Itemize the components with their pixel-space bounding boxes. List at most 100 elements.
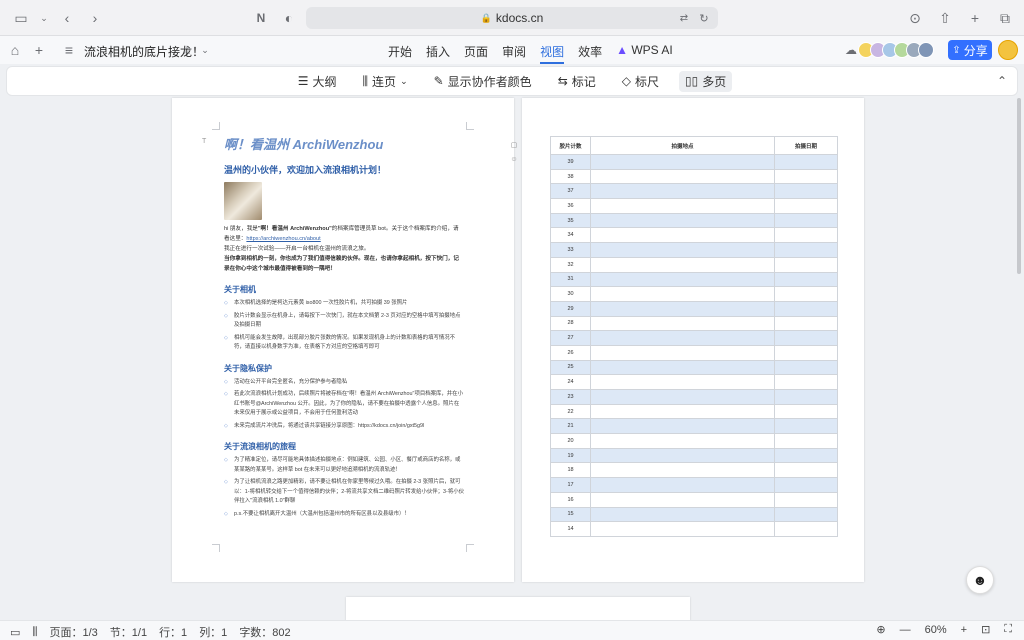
menu-item-efficiency[interactable]: 效率: [578, 43, 602, 64]
collaborator-avatars[interactable]: [858, 42, 934, 58]
menu-item-wps-ai[interactable]: ▲ WPS AI: [616, 43, 673, 64]
film-count-cell[interactable]: 28: [550, 315, 591, 332]
share-button[interactable]: ⇪ 分享: [948, 40, 992, 60]
date-cell[interactable]: [774, 389, 838, 405]
date-cell[interactable]: [774, 477, 838, 493]
comment-icon[interactable]: ▢: [509, 140, 519, 150]
film-count-cell[interactable]: 29: [550, 300, 591, 317]
fit-width-icon[interactable]: ⊡: [981, 623, 990, 636]
date-cell[interactable]: [774, 447, 838, 464]
table-row[interactable]: 27: [550, 330, 838, 346]
table-row[interactable]: 19: [550, 447, 838, 464]
table-row[interactable]: 38: [550, 168, 838, 185]
location-cell[interactable]: [590, 154, 775, 170]
film-count-cell[interactable]: 33: [550, 242, 591, 258]
menu-item-page[interactable]: 页面: [464, 43, 488, 64]
date-cell[interactable]: [774, 403, 838, 420]
location-cell[interactable]: [590, 491, 775, 508]
notion-icon[interactable]: N: [250, 7, 272, 29]
date-cell[interactable]: [774, 330, 838, 346]
location-cell[interactable]: [590, 271, 775, 288]
location-cell[interactable]: [590, 300, 775, 317]
location-cell[interactable]: [590, 168, 775, 185]
translate-icon[interactable]: ⇄: [676, 10, 692, 26]
download-icon[interactable]: ⊙: [904, 7, 926, 29]
shield-icon[interactable]: ◐: [278, 7, 300, 29]
table-row[interactable]: 37: [550, 183, 838, 200]
location-cell[interactable]: [590, 374, 775, 390]
film-count-cell[interactable]: 32: [550, 256, 591, 273]
table-row[interactable]: 30: [550, 286, 838, 302]
location-cell[interactable]: [590, 477, 775, 493]
date-cell[interactable]: [774, 344, 838, 361]
table-row[interactable]: 17: [550, 477, 838, 493]
location-cell[interactable]: [590, 462, 775, 479]
multi-page-button[interactable]: ▯▯ 多页: [679, 70, 733, 92]
chevron-down-icon[interactable]: ⌄: [194, 39, 216, 61]
film-count-cell[interactable]: 24: [550, 374, 591, 390]
film-count-cell[interactable]: 39: [550, 154, 591, 170]
date-cell[interactable]: [774, 374, 838, 390]
location-cell[interactable]: [590, 389, 775, 405]
location-cell[interactable]: [590, 198, 775, 214]
film-log-table[interactable]: 胶片计数 拍摄地点 拍摄日期 39 38 37 36 35 34 33 32 31 30 29 28 2…: [550, 136, 838, 537]
film-count-cell[interactable]: 20: [550, 433, 591, 449]
date-cell[interactable]: [774, 183, 838, 200]
share-icon[interactable]: ⇧: [934, 7, 956, 29]
film-count-cell[interactable]: 25: [550, 359, 591, 376]
tabs-icon[interactable]: ⧉: [994, 7, 1016, 29]
date-cell[interactable]: [774, 418, 838, 435]
film-count-cell[interactable]: 38: [550, 168, 591, 185]
table-row[interactable]: 32: [550, 256, 838, 273]
film-count-cell[interactable]: 14: [550, 521, 591, 537]
panel-icon[interactable]: ▭: [10, 626, 20, 639]
table-row[interactable]: 28: [550, 315, 838, 332]
plus-icon[interactable]: +: [964, 7, 986, 29]
globe-icon[interactable]: ⊕: [876, 623, 885, 636]
location-cell[interactable]: [590, 344, 775, 361]
menu-item-start[interactable]: 开始: [388, 43, 412, 64]
film-count-cell[interactable]: 17: [550, 477, 591, 493]
location-cell[interactable]: [590, 256, 775, 273]
user-avatar[interactable]: [998, 40, 1018, 60]
location-cell[interactable]: [590, 418, 775, 435]
location-cell[interactable]: [590, 242, 775, 258]
ruler-button[interactable]: ◇ 标尺: [616, 71, 665, 92]
table-row[interactable]: 22: [550, 403, 838, 420]
film-count-cell[interactable]: 31: [550, 271, 591, 288]
film-count-cell[interactable]: 19: [550, 447, 591, 464]
location-cell[interactable]: [590, 433, 775, 449]
film-count-cell[interactable]: 30: [550, 286, 591, 302]
menu-item-review[interactable]: 审阅: [502, 43, 526, 64]
location-cell[interactable]: [590, 183, 775, 200]
table-row[interactable]: 29: [550, 300, 838, 317]
table-row[interactable]: 36: [550, 198, 838, 214]
date-cell[interactable]: [774, 256, 838, 273]
table-row[interactable]: 26: [550, 344, 838, 361]
table-row[interactable]: 21: [550, 418, 838, 435]
film-count-cell[interactable]: 23: [550, 389, 591, 405]
table-row[interactable]: 39: [550, 154, 838, 170]
film-count-cell[interactable]: 18: [550, 462, 591, 479]
location-cell[interactable]: [590, 521, 775, 537]
menu-item-insert[interactable]: 插入: [426, 43, 450, 64]
location-cell[interactable]: [590, 315, 775, 332]
table-row[interactable]: 23: [550, 389, 838, 405]
table-row[interactable]: 31: [550, 271, 838, 288]
table-row[interactable]: 20: [550, 433, 838, 449]
film-count-cell[interactable]: 15: [550, 506, 591, 523]
scrollbar[interactable]: [1017, 98, 1021, 274]
film-count-cell[interactable]: 27: [550, 330, 591, 346]
location-cell[interactable]: [590, 403, 775, 420]
address-bar[interactable]: 🔒 kdocs.cn ⇄ ↻: [306, 7, 718, 29]
location-cell[interactable]: [590, 447, 775, 464]
table-row[interactable]: 16: [550, 491, 838, 508]
table-row[interactable]: 14: [550, 521, 838, 537]
date-cell[interactable]: [774, 271, 838, 288]
film-count-cell[interactable]: 36: [550, 198, 591, 214]
table-row[interactable]: 34: [550, 227, 838, 244]
film-count-cell[interactable]: 35: [550, 212, 591, 229]
date-cell[interactable]: [774, 300, 838, 317]
table-row[interactable]: 25: [550, 359, 838, 376]
back-icon[interactable]: ‹: [56, 7, 78, 29]
